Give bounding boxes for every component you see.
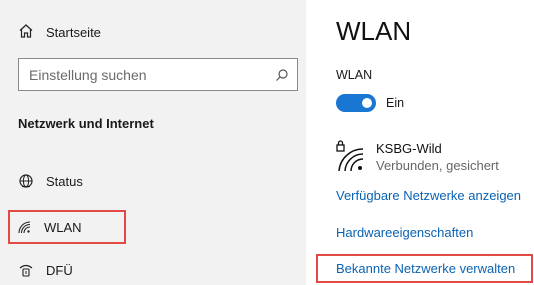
sidebar: Startseite Netzwerk und Internet Status … xyxy=(0,0,306,285)
toggle-state-label: Ein xyxy=(386,96,405,110)
search-icon[interactable] xyxy=(267,68,297,82)
sidebar-item-label: DFÜ xyxy=(46,262,73,278)
hardware-properties-link[interactable]: Hardwareeigenschaften xyxy=(336,225,473,240)
toggle-knob xyxy=(362,98,372,108)
secured-wifi-icon xyxy=(336,140,364,177)
section-title: Netzwerk und Internet xyxy=(18,116,154,131)
wifi-icon xyxy=(16,219,32,235)
sidebar-item-label: Status xyxy=(46,173,83,189)
globe-icon xyxy=(18,173,34,189)
home-link[interactable]: Startseite xyxy=(18,21,101,43)
sidebar-item-wlan[interactable]: WLAN xyxy=(8,210,126,244)
sidebar-item-label: WLAN xyxy=(44,219,82,235)
available-networks-link[interactable]: Verfügbare Netzwerke anzeigen xyxy=(336,188,521,203)
manage-known-networks-link[interactable]: Bekannte Netzwerke verwalten xyxy=(315,254,534,283)
main-panel: WLAN WLAN Ein KSBG-Wild Verbunden, gesic… xyxy=(306,0,534,285)
page-title: WLAN xyxy=(336,16,412,46)
home-label: Startseite xyxy=(46,24,101,40)
settings-search[interactable] xyxy=(18,58,298,91)
search-input[interactable] xyxy=(27,65,267,84)
wlan-label: WLAN xyxy=(336,68,373,82)
home-icon xyxy=(18,23,34,42)
network-status: Verbunden, gesichert xyxy=(376,158,499,173)
connected-network[interactable]: KSBG-Wild Verbunden, gesichert xyxy=(336,140,499,177)
wlan-toggle-row: Ein xyxy=(336,94,404,112)
sidebar-item-status[interactable]: Status xyxy=(18,166,83,196)
network-name: KSBG-Wild xyxy=(376,141,442,156)
dialup-icon xyxy=(18,262,34,278)
sidebar-item-dfu[interactable]: DFÜ xyxy=(18,255,73,285)
wlan-toggle[interactable] xyxy=(336,94,376,112)
